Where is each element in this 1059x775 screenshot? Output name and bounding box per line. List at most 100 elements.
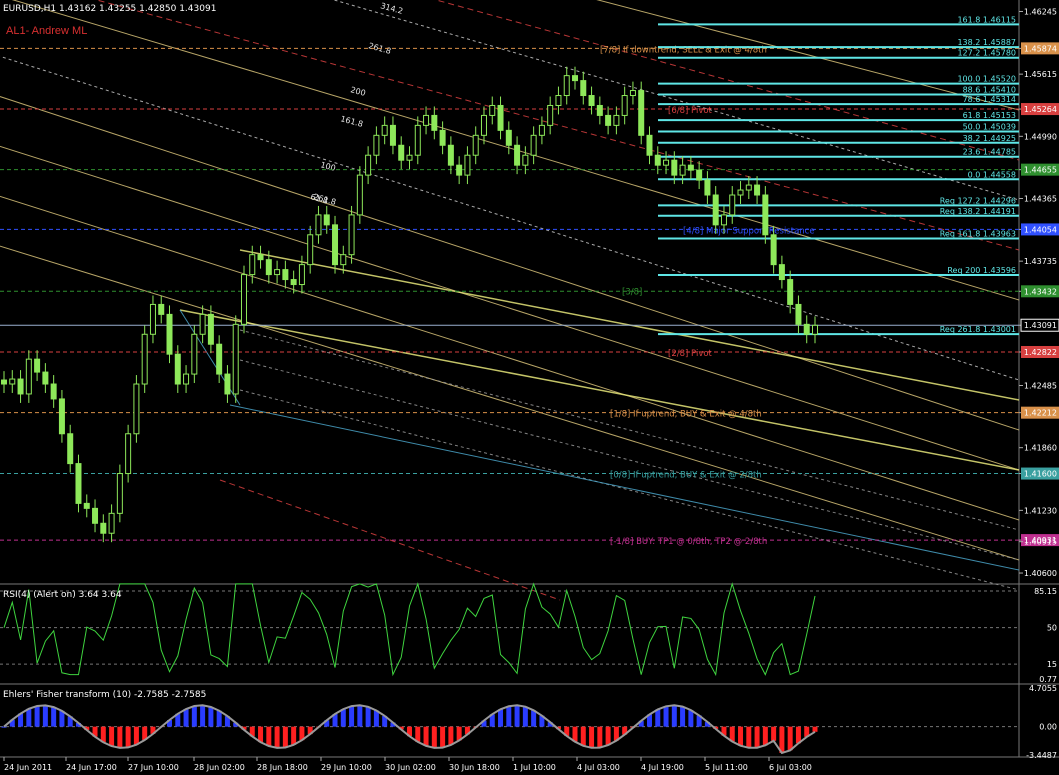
time-axis-label: 28 Jun 18:00 (257, 763, 308, 772)
candle-body (456, 164, 463, 176)
main-price-panel[interactable] (0, 0, 1019, 584)
candle-body (605, 114, 612, 126)
candle-body (389, 124, 396, 146)
price-axis-label: 1.42212 (1024, 409, 1057, 418)
fisher-bar (531, 710, 537, 727)
fib-level-label: Req 161.8 1.43963 (940, 229, 1016, 238)
fisher-bar (191, 706, 197, 727)
fib-level-label: 138.2 1.45887 (957, 38, 1016, 47)
candle-body (199, 313, 206, 335)
fisher-label: Ehlers' Fisher transform (10) -2.7585 -2… (3, 690, 206, 700)
fisher-bar (349, 706, 355, 727)
candle-body (340, 254, 347, 266)
candle-body (332, 224, 339, 266)
candle-body (58, 398, 65, 435)
fisher-bar (514, 705, 520, 727)
fisher-bar (42, 705, 48, 727)
candle-body (1, 379, 7, 385)
rsi-axis-label: 15 (1047, 660, 1057, 669)
fisher-bar (605, 726, 611, 746)
candle-body (812, 324, 818, 335)
candle-body (596, 104, 603, 116)
candle-body (125, 433, 132, 475)
candle-body (216, 343, 223, 375)
fisher-bar (440, 726, 446, 748)
time-axis-label: 24 Jun 2011 (4, 763, 52, 772)
candle-body (514, 144, 521, 166)
candle-body (787, 279, 794, 305)
fib-level-label: 127.2 1.45780 (957, 49, 1016, 58)
price-axis-label: 1.44990 (1024, 132, 1057, 141)
fisher-bar (448, 726, 454, 745)
time-axis-label: 6 Jul 03:00 (769, 763, 812, 772)
candle-body (530, 134, 537, 156)
candle-body (315, 214, 322, 236)
candle-body (762, 194, 769, 236)
candle-body (356, 174, 363, 216)
time-axis-label: 27 Jun 10:00 (128, 763, 179, 772)
candle-body (696, 169, 703, 181)
candle-body (398, 144, 405, 161)
price-axis-label: 1.44655 (1024, 166, 1057, 175)
candle-body (472, 134, 479, 156)
fisher-bar (1, 726, 7, 728)
fib-level-label: Req 127.2 1.44296 (940, 196, 1016, 205)
time-axis: 24 Jun 2011 24 Jun 17:00 27 Jun 10:00 28 Ju… (3, 757, 812, 772)
murrey-level-label: [3/8] (622, 287, 642, 297)
candle-body (729, 194, 736, 216)
time-axis-label: 5 Jul 11:00 (705, 763, 748, 772)
fisher-bar (133, 726, 139, 745)
price-axis-label: 1.43735 (1024, 257, 1057, 266)
price-axis-label: 1.46245 (1024, 7, 1057, 16)
fisher-bar (431, 726, 437, 748)
candle-body (704, 179, 711, 196)
fisher-bar (738, 726, 744, 746)
candle-body (224, 373, 231, 395)
price-axis-label: 1.40915 (1024, 538, 1057, 547)
candle-body (480, 114, 487, 136)
time-axis-label: 28 Jun 02:00 (194, 763, 245, 772)
candle-body (183, 373, 190, 385)
candle-body (141, 333, 148, 385)
fisher-bar (754, 726, 760, 748)
murrey-level-label: [2/8] Pivot (668, 349, 713, 359)
candle-body (34, 358, 41, 373)
fisher-bar (208, 706, 214, 727)
fib-level-label: Req 200 1.43596 (947, 266, 1016, 275)
candle-body (621, 95, 628, 116)
fisher-axis-label: 4.7055 (1029, 684, 1057, 693)
candle-body (613, 114, 620, 126)
fisher-bar (663, 706, 669, 727)
candle-body (654, 154, 661, 166)
candle-body (629, 90, 636, 97)
fisher-bar (423, 726, 429, 746)
murrey-level-label: [1/8] If uptrend, BUY & Exit @ 4/8th (610, 410, 762, 420)
candle-body (588, 95, 595, 106)
candle-body (323, 214, 330, 226)
rsi-label: RSI(4) (Alert on) 3.64 3.64 (3, 590, 122, 600)
fisher-bar (26, 708, 32, 727)
chart-canvas[interactable]: 314.2261.8261.8200161.810061.8 [7/8] If … (0, 0, 1059, 775)
price-axis-label: 1.45615 (1024, 70, 1057, 79)
fisher-bar (34, 705, 40, 727)
time-axis-label: 4 Jul 03:00 (577, 763, 620, 772)
candle-body (42, 371, 49, 385)
candle-body (439, 129, 446, 146)
rsi-line (3, 582, 816, 677)
candle-body (497, 104, 504, 131)
fisher-bar (812, 726, 818, 732)
time-axis-label: 30 Jun 18:00 (449, 763, 500, 772)
candle-body (83, 502, 90, 509)
candle-body (447, 144, 454, 166)
candle-body (464, 154, 471, 176)
candle-body (679, 164, 686, 176)
rsi-axis-label: 85.15 (1034, 587, 1057, 596)
candle-body (778, 264, 785, 281)
candle-body (274, 269, 281, 276)
candle-body (538, 124, 545, 136)
price-axis: 1.46245 1.45874 1.45615 1.45264 1.44990 1.446… (1019, 7, 1059, 578)
time-axis-label: 1 Jul 10:00 (513, 763, 556, 772)
candle-body (133, 383, 140, 435)
candle-body (149, 303, 156, 335)
fisher-bar (357, 705, 363, 727)
